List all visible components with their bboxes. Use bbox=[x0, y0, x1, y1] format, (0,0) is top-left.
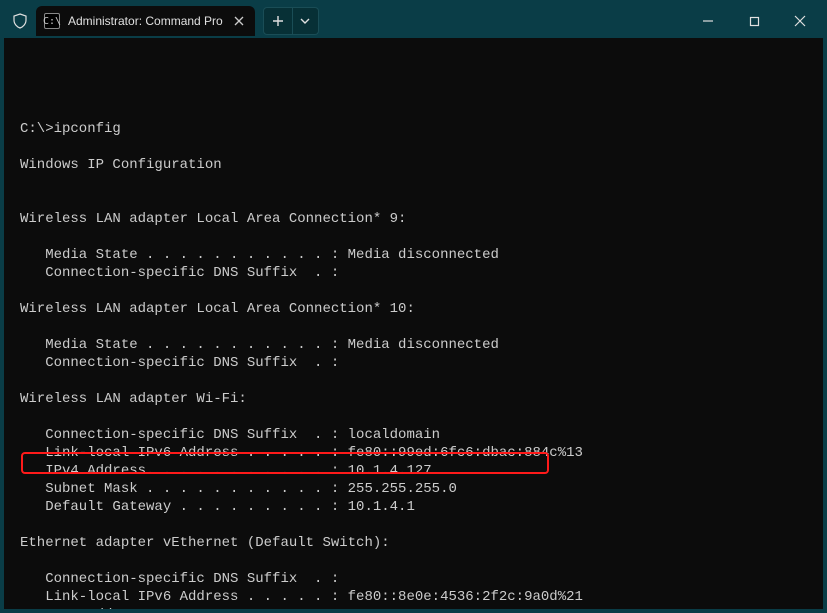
terminal-text: C:\>ipconfig Windows IP Configuration Wi… bbox=[20, 102, 807, 609]
maximize-button[interactable] bbox=[731, 4, 777, 38]
terminal-output[interactable]: C:\>ipconfig Windows IP Configuration Wi… bbox=[4, 38, 823, 609]
minimize-button[interactable] bbox=[685, 4, 731, 38]
close-window-button[interactable] bbox=[777, 4, 823, 38]
cmd-icon: C:\ bbox=[44, 13, 60, 29]
tab-dropdown-button[interactable] bbox=[293, 7, 319, 35]
new-tab-button[interactable] bbox=[263, 7, 293, 35]
close-tab-icon[interactable] bbox=[231, 13, 247, 29]
shield-icon bbox=[10, 11, 30, 31]
tab-title: Administrator: Command Pro bbox=[68, 14, 223, 28]
active-tab[interactable]: C:\ Administrator: Command Pro bbox=[36, 6, 255, 36]
title-bar[interactable]: C:\ Administrator: Command Pro bbox=[4, 4, 823, 38]
terminal-window: C:\ Administrator: Command Pro C:\>ipcon… bbox=[4, 4, 823, 609]
